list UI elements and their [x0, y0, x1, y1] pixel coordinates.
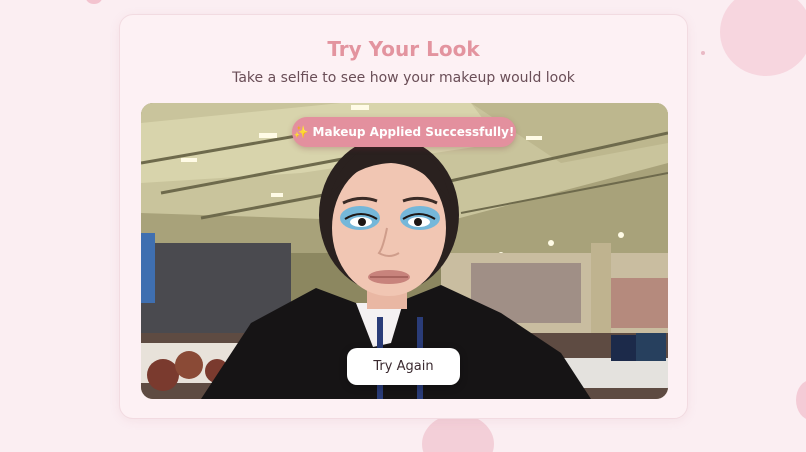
sparkles-icon: ✨: [293, 125, 309, 139]
decorative-dot: [701, 51, 705, 55]
decorative-bubble: [422, 414, 494, 452]
decorative-bubble: [86, 0, 102, 4]
decorative-bubble: [720, 0, 806, 76]
try-on-card: Try Your Look Take a selfie to see how y…: [119, 14, 688, 419]
success-banner: ✨ Makeup Applied Successfully!: [292, 117, 516, 147]
decorative-bubble: [796, 380, 806, 420]
selfie-preview: ✨ Makeup Applied Successfully! Try Again: [141, 103, 668, 399]
page-subtitle: Take a selfie to see how your makeup wou…: [232, 70, 575, 86]
try-again-button[interactable]: Try Again: [347, 348, 460, 385]
success-banner-text: Makeup Applied Successfully!: [312, 125, 515, 139]
page-title: Try Your Look: [327, 37, 480, 61]
